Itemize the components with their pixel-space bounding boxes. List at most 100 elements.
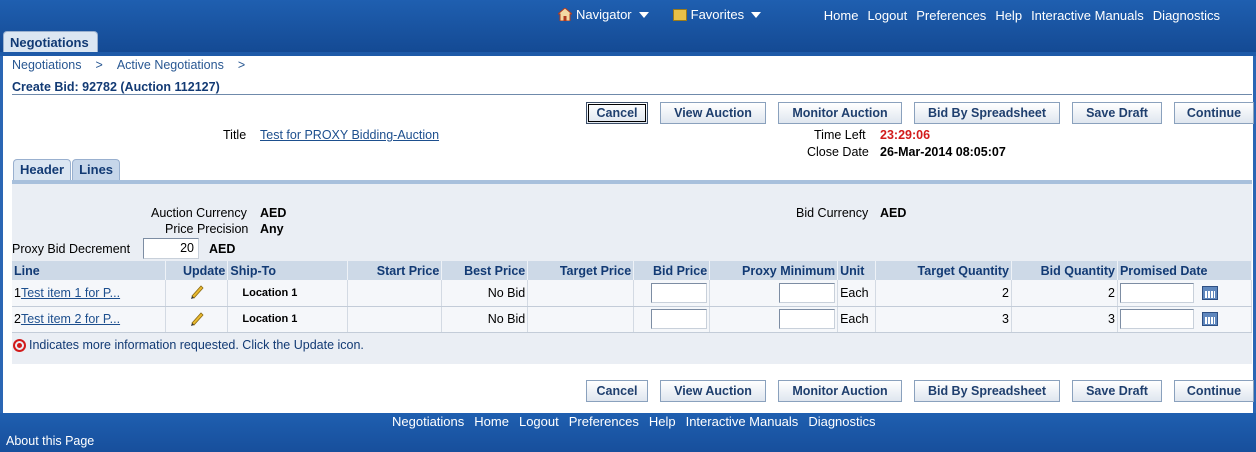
about-this-page-link[interactable]: About this Page: [6, 434, 94, 448]
subtab-bar: [0, 52, 1256, 56]
update-cell: [165, 280, 229, 307]
calendar-icon[interactable]: [1201, 285, 1218, 300]
footer-link-diagnostics[interactable]: Diagnostics: [808, 414, 875, 429]
bid-price-input[interactable]: [651, 282, 708, 303]
proxy-minimum-cell: [709, 280, 839, 307]
continue-button[interactable]: Continue: [1174, 102, 1254, 124]
target-price-cell: [527, 280, 635, 307]
proxy-minimum-input[interactable]: [779, 309, 836, 329]
breadcrumb-separator: >: [95, 58, 103, 72]
col-best-price: Best Price: [441, 261, 529, 280]
title-divider: [12, 94, 1252, 95]
global-link-preferences[interactable]: Preferences: [916, 8, 986, 23]
line-item-link[interactable]: Test item 1 for P...: [21, 286, 120, 300]
monitor-auction-button[interactable]: Monitor Auction: [778, 380, 902, 402]
calendar-icon[interactable]: [1201, 312, 1218, 326]
col-start-price: Start Price: [347, 261, 443, 280]
close-date-label: Close Date: [807, 145, 869, 159]
bid-currency-label: Bid Currency: [796, 206, 869, 220]
footer-bar: Negotiations Home Logout Preferences Hel…: [0, 413, 1256, 452]
global-link-home[interactable]: Home: [824, 8, 859, 23]
continue-button[interactable]: Continue: [1174, 380, 1254, 402]
bid-quantity-cell: 2: [1011, 280, 1118, 307]
bid-price-input[interactable]: [651, 309, 708, 329]
page-title: Create Bid: 92782 (Auction 112127): [12, 80, 220, 94]
global-link-logout[interactable]: Logout: [867, 8, 907, 23]
col-target-quantity: Target Quantity: [875, 261, 1012, 280]
global-links: Home Logout Preferences Help Interactive…: [824, 8, 1220, 23]
col-bid-quantity: Bid Quantity: [1011, 261, 1118, 280]
view-auction-button[interactable]: View Auction: [660, 380, 766, 402]
global-link-diagnostics[interactable]: Diagnostics: [1153, 8, 1220, 23]
target-price-cell: [527, 306, 635, 333]
footer-link-negotiations[interactable]: Negotiations: [392, 414, 464, 429]
cancel-button[interactable]: Cancel: [586, 380, 648, 402]
best-price-cell: No Bid: [441, 280, 529, 307]
table-header-row: Line Update Ship-To Start Price Best Pri…: [12, 261, 1253, 280]
col-line: Line: [12, 261, 167, 280]
top-header-bar: Navigator Favorites Home Logout Preferen…: [0, 0, 1256, 52]
chevron-down-icon: [638, 11, 649, 18]
favorites-menu[interactable]: Favorites: [672, 7, 762, 22]
line-cell: 1Test item 1 for P...: [12, 280, 167, 307]
unit-cell: Each: [837, 280, 877, 307]
price-precision-label: Price Precision: [165, 222, 249, 236]
col-promised-date: Promised Date: [1117, 261, 1253, 280]
table-row: 1Test item 1 for P... Location 1 No Bid …: [12, 280, 1253, 307]
proxy-bid-decrement-label: Proxy Bid Decrement: [12, 242, 131, 256]
auction-currency-value: AED: [260, 206, 287, 220]
update-cell: [165, 306, 229, 333]
line-item-link[interactable]: Test item 2 for P...: [21, 312, 120, 326]
bid-by-spreadsheet-button[interactable]: Bid By Spreadsheet: [914, 380, 1060, 402]
breadcrumb-active-negotiations[interactable]: Active Negotiations: [117, 58, 224, 72]
navigator-menu[interactable]: Navigator: [556, 7, 649, 22]
pencil-icon[interactable]: [189, 283, 205, 300]
col-unit: Unit: [837, 261, 877, 280]
price-precision-value: Any: [260, 222, 284, 236]
start-price-cell: [347, 280, 443, 307]
bid-by-spreadsheet-button[interactable]: Bid By Spreadsheet: [914, 102, 1060, 124]
top-button-row: Cancel View Auction Monitor Auction Bid …: [586, 102, 1254, 124]
home-icon: [556, 7, 574, 22]
save-draft-button[interactable]: Save Draft: [1072, 102, 1162, 124]
bid-price-cell: [633, 280, 711, 307]
cancel-button[interactable]: Cancel: [586, 102, 648, 124]
navigator-label: Navigator: [576, 7, 632, 22]
view-auction-button[interactable]: View Auction: [660, 102, 766, 124]
pencil-icon[interactable]: [189, 310, 205, 326]
footer-link-preferences[interactable]: Preferences: [569, 414, 639, 429]
tab-lines[interactable]: Lines: [72, 159, 121, 180]
bid-price-cell: [633, 306, 711, 333]
tab-header[interactable]: Header: [13, 159, 72, 180]
promised-date-input[interactable]: [1119, 309, 1194, 329]
lines-table: Line Update Ship-To Start Price Best Pri…: [12, 261, 1253, 333]
footer-link-help[interactable]: Help: [649, 414, 676, 429]
footer-link-home[interactable]: Home: [474, 414, 509, 429]
time-left-value: 23:29:06: [880, 128, 931, 142]
breadcrumb-negotiations[interactable]: Negotiations: [12, 58, 82, 72]
note-text: Indicates more information requested. Cl…: [29, 338, 364, 352]
footer-link-interactive-manuals[interactable]: Interactive Manuals: [686, 414, 799, 429]
col-update: Update: [165, 261, 229, 280]
left-frame-border: [0, 56, 3, 413]
best-price-cell: No Bid: [441, 306, 529, 333]
global-link-help[interactable]: Help: [995, 8, 1022, 23]
save-draft-button[interactable]: Save Draft: [1072, 380, 1162, 402]
table-row: 2Test item 2 for P... Location 1 No Bid …: [12, 306, 1253, 333]
global-link-interactive-manuals[interactable]: Interactive Manuals: [1031, 8, 1144, 23]
monitor-auction-button[interactable]: Monitor Auction: [778, 102, 902, 124]
footer-link-logout[interactable]: Logout: [519, 414, 559, 429]
promised-date-input[interactable]: [1119, 282, 1194, 303]
favorites-folder-icon: [672, 8, 687, 21]
target-quantity-cell: 2: [875, 280, 1012, 307]
tab-negotiations[interactable]: Negotiations: [3, 31, 98, 52]
bid-quantity-cell: 3: [1011, 306, 1118, 333]
line-cell: 2Test item 2 for P...: [12, 306, 167, 333]
auction-title-link[interactable]: Test for PROXY Bidding-Auction: [260, 128, 439, 142]
start-price-cell: [347, 306, 443, 333]
chevron-down-icon: [751, 11, 762, 18]
favorites-label: Favorites: [690, 7, 745, 22]
proxy-bid-decrement-input[interactable]: 20: [143, 238, 199, 259]
breadcrumb-separator: >: [237, 58, 246, 72]
proxy-minimum-input[interactable]: [779, 282, 836, 303]
